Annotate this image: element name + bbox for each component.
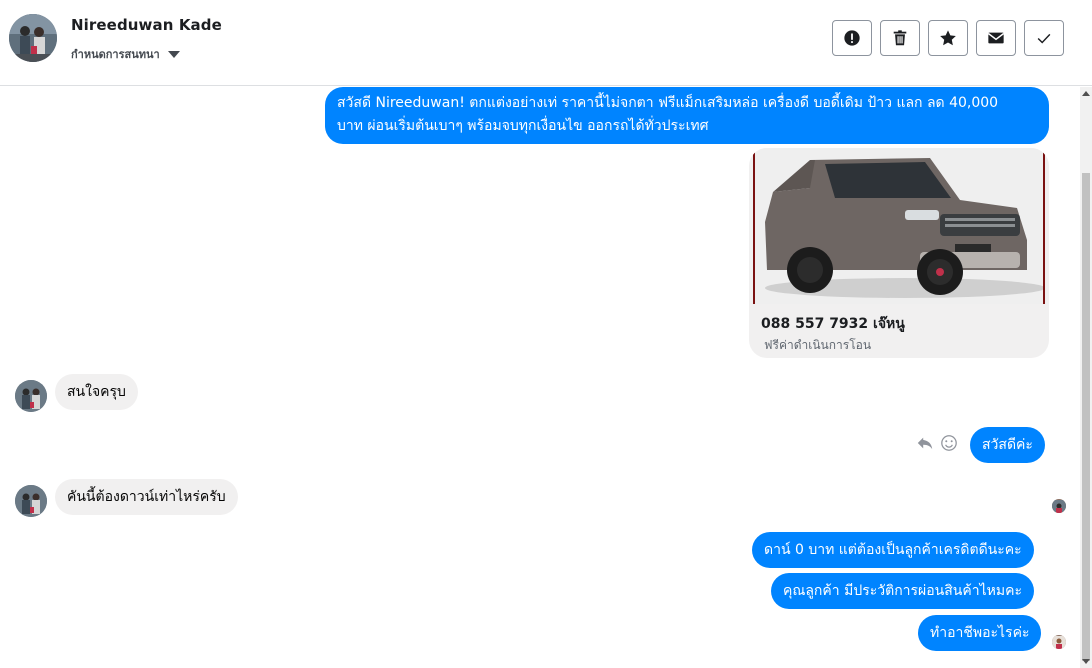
checkmark-icon [1037,33,1051,44]
delete-button[interactable] [880,20,920,56]
conversation-settings-dropdown[interactable]: กำหนดการสนทนา [71,45,180,63]
conversation-header: Nireeduwan Kade กำหนดการสนทนา [0,0,1092,86]
outgoing-message-bubble[interactable]: สวัสดี Nireeduwan! ตกแต่งอย่างเท่ ราคานี… [325,87,1049,144]
message-text: ดาน์ 0 บาท แต่ต้องเป็นลูกค้าเครดิตดีนะคะ [764,542,1022,558]
done-button[interactable] [1024,20,1064,56]
scroll-up-arrow-icon[interactable] [1082,91,1090,96]
mark-unread-button[interactable] [976,20,1016,56]
incoming-message-bubble[interactable]: คันนี้ต้องดาวน์เท่าไหร่ครับ [55,479,238,515]
star-icon [940,30,956,46]
scroll-thumb[interactable] [1082,173,1090,661]
trash-icon [893,30,907,46]
message-text: คุณลูกค้า มีประวัติการผ่อนสินค้าไหมคะ [783,583,1022,599]
card-title: 088 557 7932 เจ๊หนู [761,316,905,332]
contact-avatar-small[interactable] [15,485,47,517]
contact-avatar-small[interactable] [15,380,47,412]
outgoing-message-bubble[interactable]: คุณลูกค้า มีประวัติการผ่อนสินค้าไหมคะ [771,573,1034,609]
message-text-line-2: บาท ผ่อนเริ่มต้นเบาๆ พร้อมจบทุกเงื่อนไข … [337,118,709,134]
scroll-down-arrow-icon[interactable] [1082,659,1090,664]
outgoing-message-bubble[interactable]: สวัสดีค่ะ [970,427,1045,463]
message-text: สนใจครุบ [67,384,126,400]
alert-icon [844,30,860,46]
contact-name[interactable]: Nireeduwan Kade [71,16,222,34]
vertical-scrollbar[interactable] [1080,87,1092,668]
pickup-truck-image [755,148,1043,304]
incoming-message-bubble[interactable]: สนใจครุบ [55,374,138,410]
message-text: ทำอาชีพอะไรค่ะ [930,625,1030,641]
envelope-icon [987,32,1005,44]
car-image[interactable] [753,148,1045,304]
star-button[interactable] [928,20,968,56]
message-thread[interactable]: สวัสดี Nireeduwan! ตกแต่งอย่างเท่ ราคานี… [0,87,1080,668]
product-card[interactable]: 088 557 7932 เจ๊หนู ฟรีค่าดำเนินการโอน [749,148,1049,358]
message-text-line-1: สวัสดี Nireeduwan! ตกแต่งอย่างเท่ ราคานี… [337,95,999,111]
message-actions [916,434,958,452]
card-subtitle: ฟรีค่าดำเนินการโอน [764,338,872,352]
reply-icon[interactable] [916,434,934,452]
read-receipt-avatar [1052,635,1066,649]
outgoing-message-bubble[interactable]: ดาน์ 0 บาท แต่ต้องเป็นลูกค้าเครดิตดีนะคะ [752,532,1034,568]
message-text: คันนี้ต้องดาวน์เท่าไหร่ครับ [67,489,226,505]
contact-avatar[interactable] [9,14,57,62]
read-receipt-avatar [1052,499,1066,513]
message-text: สวัสดีค่ะ [982,437,1033,453]
outgoing-message-bubble[interactable]: ทำอาชีพอะไรค่ะ [918,615,1042,651]
report-spam-button[interactable] [832,20,872,56]
smiley-icon[interactable] [940,434,958,452]
conversation-settings-label: กำหนดการสนทนา [71,48,160,61]
chevron-down-icon [167,50,180,58]
